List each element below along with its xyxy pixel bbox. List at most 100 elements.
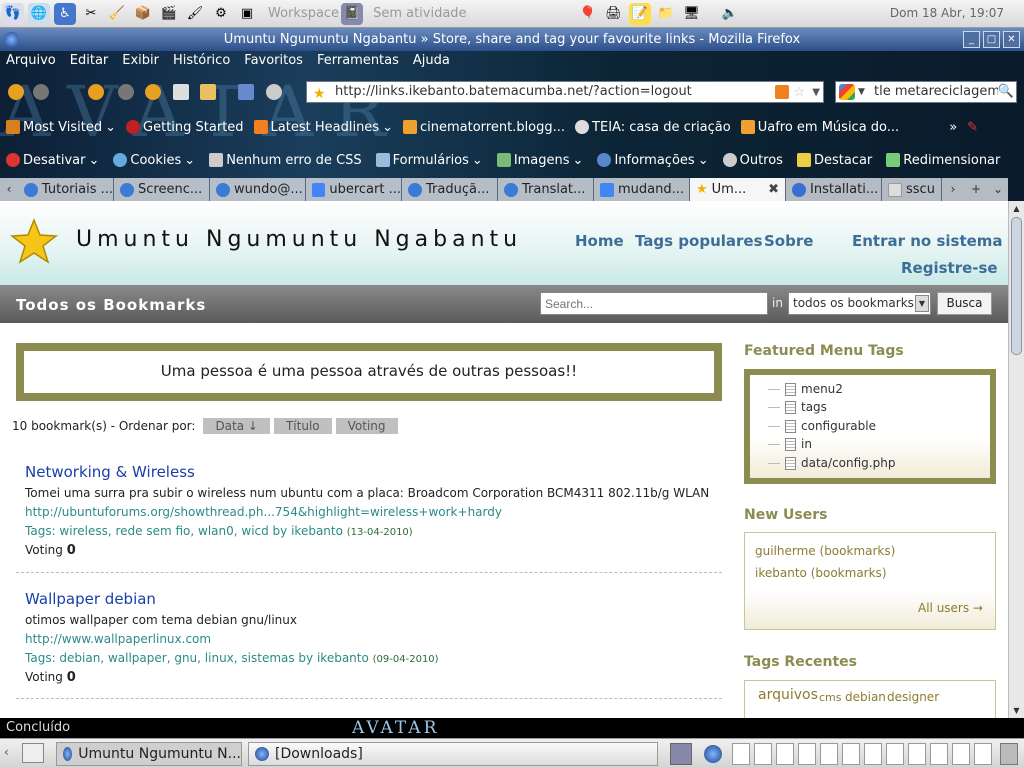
scrollbar-thumb[interactable] <box>1011 217 1022 355</box>
workspace-12[interactable] <box>974 743 992 765</box>
webdev-disable[interactable]: Desativar ⌄ <box>6 153 99 168</box>
workspace-1[interactable] <box>732 743 750 765</box>
tab[interactable]: Installati... <box>786 178 882 201</box>
minimize-button[interactable]: _ <box>963 31 980 48</box>
menu-historico[interactable]: Histórico <box>173 53 230 73</box>
addon-icon[interactable] <box>238 84 254 100</box>
user-link[interactable]: ikebanto <box>755 566 807 580</box>
workspace-11[interactable] <box>952 743 970 765</box>
forward-icon[interactable] <box>33 84 49 100</box>
url-bar[interactable]: ★ http://links.ikebanto.batemacumba.net/… <box>306 81 824 103</box>
user-link[interactable]: guilherme <box>755 544 816 558</box>
back-icon[interactable] <box>8 84 24 100</box>
nav-about[interactable]: Sobre <box>764 232 813 250</box>
gear-icon[interactable]: ⚙ <box>210 3 232 25</box>
globe-icon[interactable]: 🌐 <box>28 2 50 25</box>
webdev-info[interactable]: Informações ⌄ <box>597 153 709 168</box>
tree-item[interactable]: tags <box>768 400 827 414</box>
folder-icon[interactable] <box>200 84 216 100</box>
tree-item[interactable]: in <box>768 437 812 451</box>
dropdown-arrow-icon[interactable]: ▼ <box>915 295 929 312</box>
workspace-10[interactable] <box>930 743 948 765</box>
bookmark-url[interactable]: http://ubuntuforums.org/showthread.ph...… <box>25 505 722 519</box>
user-bookmarks-link[interactable]: bookmarks <box>824 544 890 558</box>
menu-ajuda[interactable]: Ajuda <box>413 53 450 73</box>
bookmark-title[interactable]: Wallpaper debian <box>25 590 722 608</box>
menu-arquivo[interactable]: Arquivo <box>6 53 56 73</box>
google-icon[interactable] <box>839 84 855 100</box>
tab[interactable]: Tutoriais ... <box>18 178 114 201</box>
bookmark-teia[interactable]: TEIA: casa de criação <box>575 120 731 135</box>
menu-exibir[interactable]: Exibir <box>122 53 159 73</box>
bookmark-tags-text[interactable]: Tags: wireless, rede sem fio, wlan0, wic… <box>25 524 343 538</box>
sort-title-button[interactable]: Título <box>273 418 332 434</box>
pdf-icon[interactable]: ✎ <box>967 120 978 135</box>
webdev-misc[interactable]: Outros <box>722 153 783 168</box>
search-icon[interactable]: 🔍 <box>997 82 1014 102</box>
webdev-forms[interactable]: Formulários ⌄ <box>375 153 483 168</box>
maximize-button[interactable]: □ <box>983 31 1000 48</box>
tab[interactable]: ubercart ... <box>306 178 402 201</box>
bookmark-cinematorrent[interactable]: cinematorrent.blogg... <box>403 120 565 135</box>
workspace-6[interactable] <box>842 743 860 765</box>
brush-icon[interactable]: 🖌 <box>184 3 206 25</box>
all-users-link[interactable]: All users → <box>918 601 983 615</box>
window-icon[interactable]: ▣ <box>236 3 258 25</box>
notes-icon[interactable]: 📓 <box>341 2 364 25</box>
workspace-2[interactable] <box>754 743 772 765</box>
workspace-4[interactable] <box>798 743 816 765</box>
engine-dropdown-icon[interactable]: ▼ <box>858 82 865 102</box>
tag-link[interactable]: cms <box>819 691 842 704</box>
url-dropdown-icon[interactable]: ▼ <box>812 83 820 103</box>
bookmark-getting-started[interactable]: Getting Started <box>126 120 244 135</box>
firefox-icon[interactable] <box>4 32 19 47</box>
user-bookmarks-link[interactable]: bookmarks <box>815 566 881 580</box>
nav-login[interactable]: Entrar no sistema <box>852 232 1003 250</box>
network-icon[interactable]: 🖥 <box>681 3 703 25</box>
taskbar-item-downloads[interactable]: [Downloads] <box>248 742 658 766</box>
scope-select[interactable]: todos os bookmarks ▼ <box>788 292 931 315</box>
tab[interactable]: Screenc... <box>114 178 210 201</box>
tab[interactable]: sscu <box>882 178 942 201</box>
search-button[interactable]: Busca <box>937 292 992 315</box>
accessibility-icon[interactable]: ♿ <box>54 2 76 25</box>
note-icon[interactable]: 📝 <box>628 2 651 25</box>
scroll-down-icon[interactable]: ▼ <box>1009 703 1024 718</box>
tab-active[interactable]: ★ Um... ✖ <box>690 178 786 201</box>
taskbar-item-firefox[interactable]: Umuntu Ngumuntu N... <box>56 742 242 766</box>
bookmark-url[interactable]: http://www.wallpaperlinux.com <box>25 632 722 646</box>
tab-list-button[interactable]: ⌄ <box>988 178 1008 201</box>
home-icon[interactable] <box>145 84 161 100</box>
tab[interactable]: mudand... <box>594 178 690 201</box>
sort-date-button[interactable]: Data ↓ <box>203 418 270 434</box>
close-tab-icon[interactable]: ✖ <box>768 182 779 197</box>
webdev-cookies[interactable]: Cookies ⌄ <box>113 153 195 168</box>
tag-link[interactable]: arquivos <box>758 687 818 703</box>
tools-icon[interactable]: ✂ <box>80 3 102 25</box>
tab-scroll-left[interactable]: ‹ <box>0 178 18 201</box>
workspace-9[interactable] <box>908 743 926 765</box>
tab[interactable]: Traduçã... <box>402 178 498 201</box>
workspace-3[interactable] <box>776 743 794 765</box>
bookmark-most-visited[interactable]: Most Visited ⌄ <box>6 120 116 135</box>
menu-editar[interactable]: Editar <box>70 53 109 73</box>
volume-icon[interactable]: 🔈 <box>719 3 741 25</box>
menu-foot-icon[interactable]: 👣 <box>2 2 24 25</box>
webdev-resize[interactable]: Redimensionar <box>886 153 1000 168</box>
nav-home[interactable]: Home <box>575 232 624 250</box>
bookmark-tags-text[interactable]: Tags: debian, wallpaper, gnu, linux, sis… <box>25 651 369 665</box>
window-titlebar[interactable]: Umuntu Ngumuntu Ngabantu » Store, share … <box>0 28 1024 51</box>
printer-icon[interactable]: 🖨 <box>603 3 625 25</box>
workspace-7[interactable] <box>864 743 882 765</box>
trash-icon[interactable] <box>1000 743 1018 765</box>
star-logo-icon[interactable] <box>10 217 58 265</box>
settings-gear-icon[interactable] <box>266 84 282 100</box>
sort-voting-button[interactable]: Voting <box>335 418 398 434</box>
clapper-icon[interactable]: 🎬 <box>158 3 180 25</box>
bookmark-star-icon[interactable]: ☆ <box>793 83 805 103</box>
reload-icon[interactable] <box>88 84 104 100</box>
workspace-8[interactable] <box>886 743 904 765</box>
tree-item[interactable]: data/config.php <box>768 456 895 470</box>
tag-link[interactable]: designer <box>887 690 939 704</box>
clock[interactable]: Dom 18 Abr, 19:07 <box>890 6 1004 20</box>
